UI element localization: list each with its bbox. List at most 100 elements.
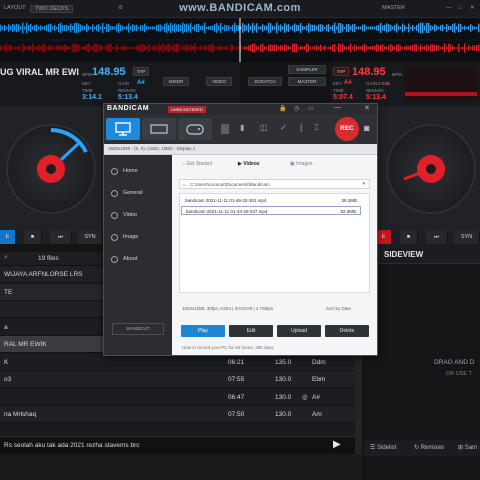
deck-left-info: UG VIRAL MR EWI BPM 148.95 TAP KEY A# TI… [0, 62, 240, 106]
track-time-cell: 07:55 [228, 376, 245, 383]
key-lock-icon: ◎ [302, 393, 308, 401]
now-playing-text: Rs seolah aku tak ada 2021 rezha stavems… [4, 442, 140, 449]
deck-left-jog-wheel[interactable] [6, 124, 96, 214]
webcam-icon[interactable]: ◫ [260, 123, 268, 132]
deck-right-bpm: 148.95 [352, 66, 386, 78]
deck-right-gain: 0.0dB [378, 81, 390, 86]
deck-right-tap-button[interactable]: TAP [333, 67, 349, 76]
deck-right-info: TAP 148.95 BPM KEY A# GAIN 0.0dB TIME 5:… [330, 62, 480, 106]
sideview-panel: SIDEVIEW DRAG AND D OR USE T ☰ Sidelist … [364, 244, 480, 480]
nav-item-image[interactable]: Image [104, 227, 172, 248]
screen-mode-button[interactable] [106, 118, 140, 140]
game-mode-button[interactable] [178, 118, 212, 140]
play-button[interactable]: Play [181, 325, 225, 337]
waveform-display[interactable] [0, 18, 480, 62]
deck-left-tap-button[interactable]: TAP [133, 67, 149, 76]
upload-button[interactable]: Upload [277, 325, 321, 337]
deck-right-jog-wheel[interactable] [386, 124, 476, 214]
table-row[interactable]: K 06:21 135.0 Ddm [0, 353, 355, 371]
video-button[interactable]: VIDEO [206, 77, 232, 86]
bandicam-app-name: BANDICAM [107, 105, 150, 112]
table-row[interactable]: 06:47 130.0 A# ◎ [0, 388, 355, 406]
edit-button[interactable]: Edit [229, 325, 273, 337]
table-row[interactable]: na Mrlshaq 07:50 130.0 Am [0, 406, 355, 423]
tab-videos[interactable]: ▶ Videos [238, 161, 260, 171]
recording-file[interactable]: bandicam 2021-11-11 01-49-33-381.mp4 39.2… [181, 196, 361, 205]
remixes-tab[interactable]: ↻ Remixes [414, 444, 444, 451]
delete-button[interactable]: Delete [325, 325, 369, 337]
deck-left-remain: 5:13.4 [118, 94, 138, 101]
play-icon[interactable]: ▶ [333, 439, 341, 450]
deck-left-next-button[interactable]: ⏭ [50, 230, 72, 244]
nav-item-home[interactable]: Home [104, 161, 172, 182]
sampler-button[interactable]: SAMPLER [288, 65, 326, 74]
recording-name: bandicam 2021-11-11 01-49-33-381.mp4 [185, 198, 267, 203]
camera-icon[interactable]: ◙ [364, 123, 369, 133]
table-row[interactable]: o3 07:55 130.0 Ebm [0, 371, 355, 388]
deck-left-bpm-label: BPM [82, 72, 92, 77]
track-key-cell: Ebm [312, 376, 326, 383]
mixer-button[interactable]: MIXER [163, 77, 189, 86]
hdmi-icon [150, 124, 168, 134]
sideview-title: SIDEVIEW [384, 250, 424, 259]
bandicam-watermark: www.BANDICAM.com [179, 2, 301, 14]
folder-icon[interactable]: ▭ [308, 105, 314, 112]
bandicam-window: BANDICAM UNREGISTERED 🔒 ◷ ▭ — ✕ ▮ ◫ ✓ | … [103, 103, 378, 356]
bandicam-toolbar: ▮ ◫ ✓ | ⌶ REC ◙ [104, 115, 377, 144]
rec-button[interactable]: REC [335, 117, 359, 141]
deck-right-stop-button[interactable]: ■ [400, 230, 418, 244]
track-key-cell: Am [312, 411, 322, 418]
deck-right-sync-button[interactable]: SYN [454, 230, 480, 244]
nav-item-video[interactable]: Video [104, 205, 172, 226]
deck-left-sync-button[interactable]: SYN [78, 230, 103, 244]
waveform-graphic [0, 18, 480, 62]
deck-right-bpm-label: BPM [392, 72, 402, 77]
nav-item-about[interactable]: About [104, 249, 172, 270]
deck-right-cue-button[interactable]: E [376, 230, 392, 244]
deck-right-next-button[interactable]: ⏭ [426, 230, 448, 244]
master-button[interactable]: MASTER [288, 77, 326, 86]
unregistered-badge: UNREGISTERED [168, 106, 206, 113]
deck-left-time-label: TIME [82, 88, 93, 93]
sideview-tabs: ☰ Sidelist ↻ Remixes ⊞ Sam [364, 440, 480, 456]
deck-left-remain-label: REMAIN [118, 88, 136, 93]
deck-left-cue-button[interactable]: E [0, 230, 16, 244]
cursor-icon[interactable]: ✓ [280, 123, 287, 132]
bandicam-minimize-icon[interactable]: — [334, 104, 341, 111]
deck-left-key-label: KEY [82, 81, 92, 86]
sidelist-tab[interactable]: ☰ Sidelist [370, 444, 396, 451]
track-title-cell: na Mrlshaq [4, 411, 37, 418]
tab-images[interactable]: ▣ Images [290, 161, 313, 171]
deck-left-title: UG VIRAL MR EWI [0, 67, 79, 77]
device-mode-button[interactable] [142, 118, 176, 140]
footer-tip[interactable]: How to record your PC for 24 hours, 365 … [182, 345, 274, 350]
sort-by-date[interactable]: Sort by Date [326, 306, 351, 311]
track-title-cell: o3 [4, 376, 12, 383]
path-dropdown-icon[interactable]: ▾ [362, 181, 365, 187]
output-path-field[interactable]: ▭ C:\Users\coconut\Documents\Bandicam ▾ [179, 179, 370, 189]
lock-icon[interactable]: 🔒 [279, 105, 286, 112]
overlay-icon[interactable]: ⌶ [314, 123, 319, 133]
deck-right-time-label: TIME [333, 88, 344, 93]
bandicut-button[interactable]: BANDICUT [112, 323, 164, 335]
deck-left-bpm: 148.95 [92, 66, 126, 78]
scratch-button[interactable]: SCRATCH [248, 77, 282, 86]
audio-icon[interactable]: ▮ [240, 123, 244, 132]
track-bpm-cell: 135.0 [275, 358, 292, 366]
deck-right-key: A# [344, 80, 352, 86]
sampler-tab[interactable]: ⊞ Sam [458, 444, 477, 451]
timer-icon[interactable]: ◷ [294, 105, 299, 112]
pause-icon[interactable] [221, 124, 229, 134]
browser-search-icon[interactable]: ⌕ [4, 254, 8, 262]
nav-item-general[interactable]: General [104, 183, 172, 204]
bandicam-close-icon[interactable]: ✕ [364, 104, 370, 112]
nav-label: General [123, 190, 143, 196]
browser-file-count: 19 files [38, 255, 59, 262]
recording-file[interactable]: bandicam 2021-11-11 01-43-40-047.mp4 82.3… [181, 206, 361, 215]
general-icon [111, 190, 118, 197]
deck-left-stop-button[interactable]: ■ [24, 230, 42, 244]
gamepad-icon [186, 124, 204, 135]
recording-size: 39.2MB [341, 198, 357, 203]
tab-get-started[interactable]: ⌂ Get Started [182, 161, 212, 171]
image-icon [111, 234, 118, 241]
